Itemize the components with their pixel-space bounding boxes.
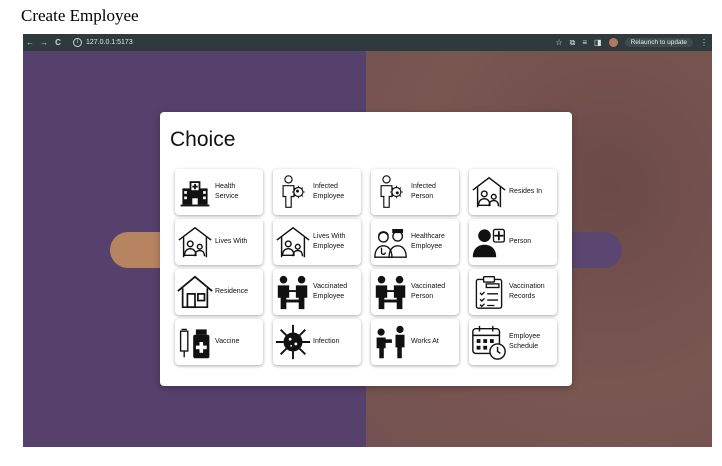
choice-label: Person	[509, 238, 532, 245]
choice-label: Vaccinated Person	[411, 283, 446, 300]
hospital-icon	[175, 172, 215, 212]
vaccine-icon	[175, 322, 215, 362]
choice-label: Employee Schedule	[509, 333, 541, 350]
virus-icon	[273, 322, 313, 362]
choice-label: Infection	[313, 338, 340, 345]
extension-icon[interactable]: ⧉	[570, 38, 576, 48]
choice-label: Vaccine	[215, 338, 240, 345]
choice-label: Healthcare Employee	[411, 233, 445, 250]
healthcare-employee-icon	[371, 222, 411, 262]
choice-card-lives-with-employee[interactable]: Lives With Employee	[273, 219, 361, 265]
choice-card-works-at[interactable]: Works At	[371, 319, 459, 365]
choice-label: Vaccinated Employee	[313, 283, 348, 300]
choice-card-vaccinated-person[interactable]: Vaccinated Person	[371, 269, 459, 315]
page-heading: Create Employee	[21, 6, 139, 25]
back-button[interactable]: ←	[23, 38, 37, 47]
choice-card-resides-in[interactable]: Resides In	[469, 169, 557, 215]
sidepanel-icon[interactable]: ◨	[594, 38, 602, 47]
choice-label: Residence	[215, 288, 249, 295]
browser-window: ← → C i 127.0.0.1:5173 ☆ ⧉ ≡ ◨ Relaunch …	[23, 34, 712, 447]
choice-card-infection[interactable]: Infection	[273, 319, 361, 365]
modal-title: Choice	[170, 128, 236, 151]
menu-icon[interactable]: ⋮	[700, 38, 708, 47]
address-bar[interactable]: i 127.0.0.1:5173	[69, 36, 137, 49]
lives-with-icon	[175, 222, 215, 262]
choice-label: Resides In	[509, 188, 543, 195]
choice-label: Lives With Employee	[313, 233, 346, 250]
choice-label: Health Service	[215, 183, 239, 200]
relaunch-button[interactable]: Relaunch to update	[624, 38, 693, 47]
site-info-icon[interactable]: i	[73, 38, 82, 47]
choice-card-vaccine[interactable]: Vaccine	[175, 319, 263, 365]
choice-modal: Choice Health Service Infected Employee In…	[160, 112, 572, 386]
choice-grid: Health Service Infected Employee Infected …	[175, 169, 557, 365]
residence-icon	[175, 272, 215, 312]
choice-card-healthcare-employee[interactable]: Healthcare Employee	[371, 219, 459, 265]
vaccinated-employee-icon	[273, 272, 313, 312]
choice-label: Infected Employee	[313, 183, 345, 200]
profile-avatar[interactable]	[608, 38, 618, 47]
choice-card-health-service[interactable]: Health Service	[175, 169, 263, 215]
infected-employee-icon	[273, 172, 313, 212]
resides-in-icon	[469, 172, 509, 212]
choice-label: Lives With	[215, 238, 248, 245]
choice-card-infected-person[interactable]: Infected Person	[371, 169, 459, 215]
choice-card-lives-with[interactable]: Lives With	[175, 219, 263, 265]
star-icon[interactable]: ☆	[555, 38, 562, 47]
lives-with-employee-icon	[273, 222, 313, 262]
choice-label: Infected Person	[411, 183, 436, 200]
vaccination-records-icon	[469, 272, 509, 312]
schedule-icon	[469, 322, 509, 362]
choice-label: Vaccination Records	[509, 283, 545, 300]
forward-button[interactable]: →	[37, 38, 51, 47]
person-icon	[469, 222, 509, 262]
browser-toolbar: ← → C i 127.0.0.1:5173 ☆ ⧉ ≡ ◨ Relaunch …	[23, 34, 712, 51]
reload-button[interactable]: C	[51, 38, 65, 47]
choice-card-residence[interactable]: Residence	[175, 269, 263, 315]
choice-card-employee-schedule[interactable]: Employee Schedule	[469, 319, 557, 365]
url-text: 127.0.0.1:5173	[86, 39, 133, 46]
choice-card-person[interactable]: Person	[469, 219, 557, 265]
choice-card-vaccinated-employee[interactable]: Vaccinated Employee	[273, 269, 361, 315]
page-viewport: Choice Health Service Infected Employee In…	[23, 51, 712, 447]
works-at-icon	[371, 322, 411, 362]
choice-card-infected-employee[interactable]: Infected Employee	[273, 169, 361, 215]
reading-list-icon[interactable]: ≡	[582, 38, 587, 47]
infected-person-icon	[371, 172, 411, 212]
choice-label: Works At	[411, 338, 439, 345]
vaccinated-person-icon	[371, 272, 411, 312]
choice-card-vaccination-records[interactable]: Vaccination Records	[469, 269, 557, 315]
